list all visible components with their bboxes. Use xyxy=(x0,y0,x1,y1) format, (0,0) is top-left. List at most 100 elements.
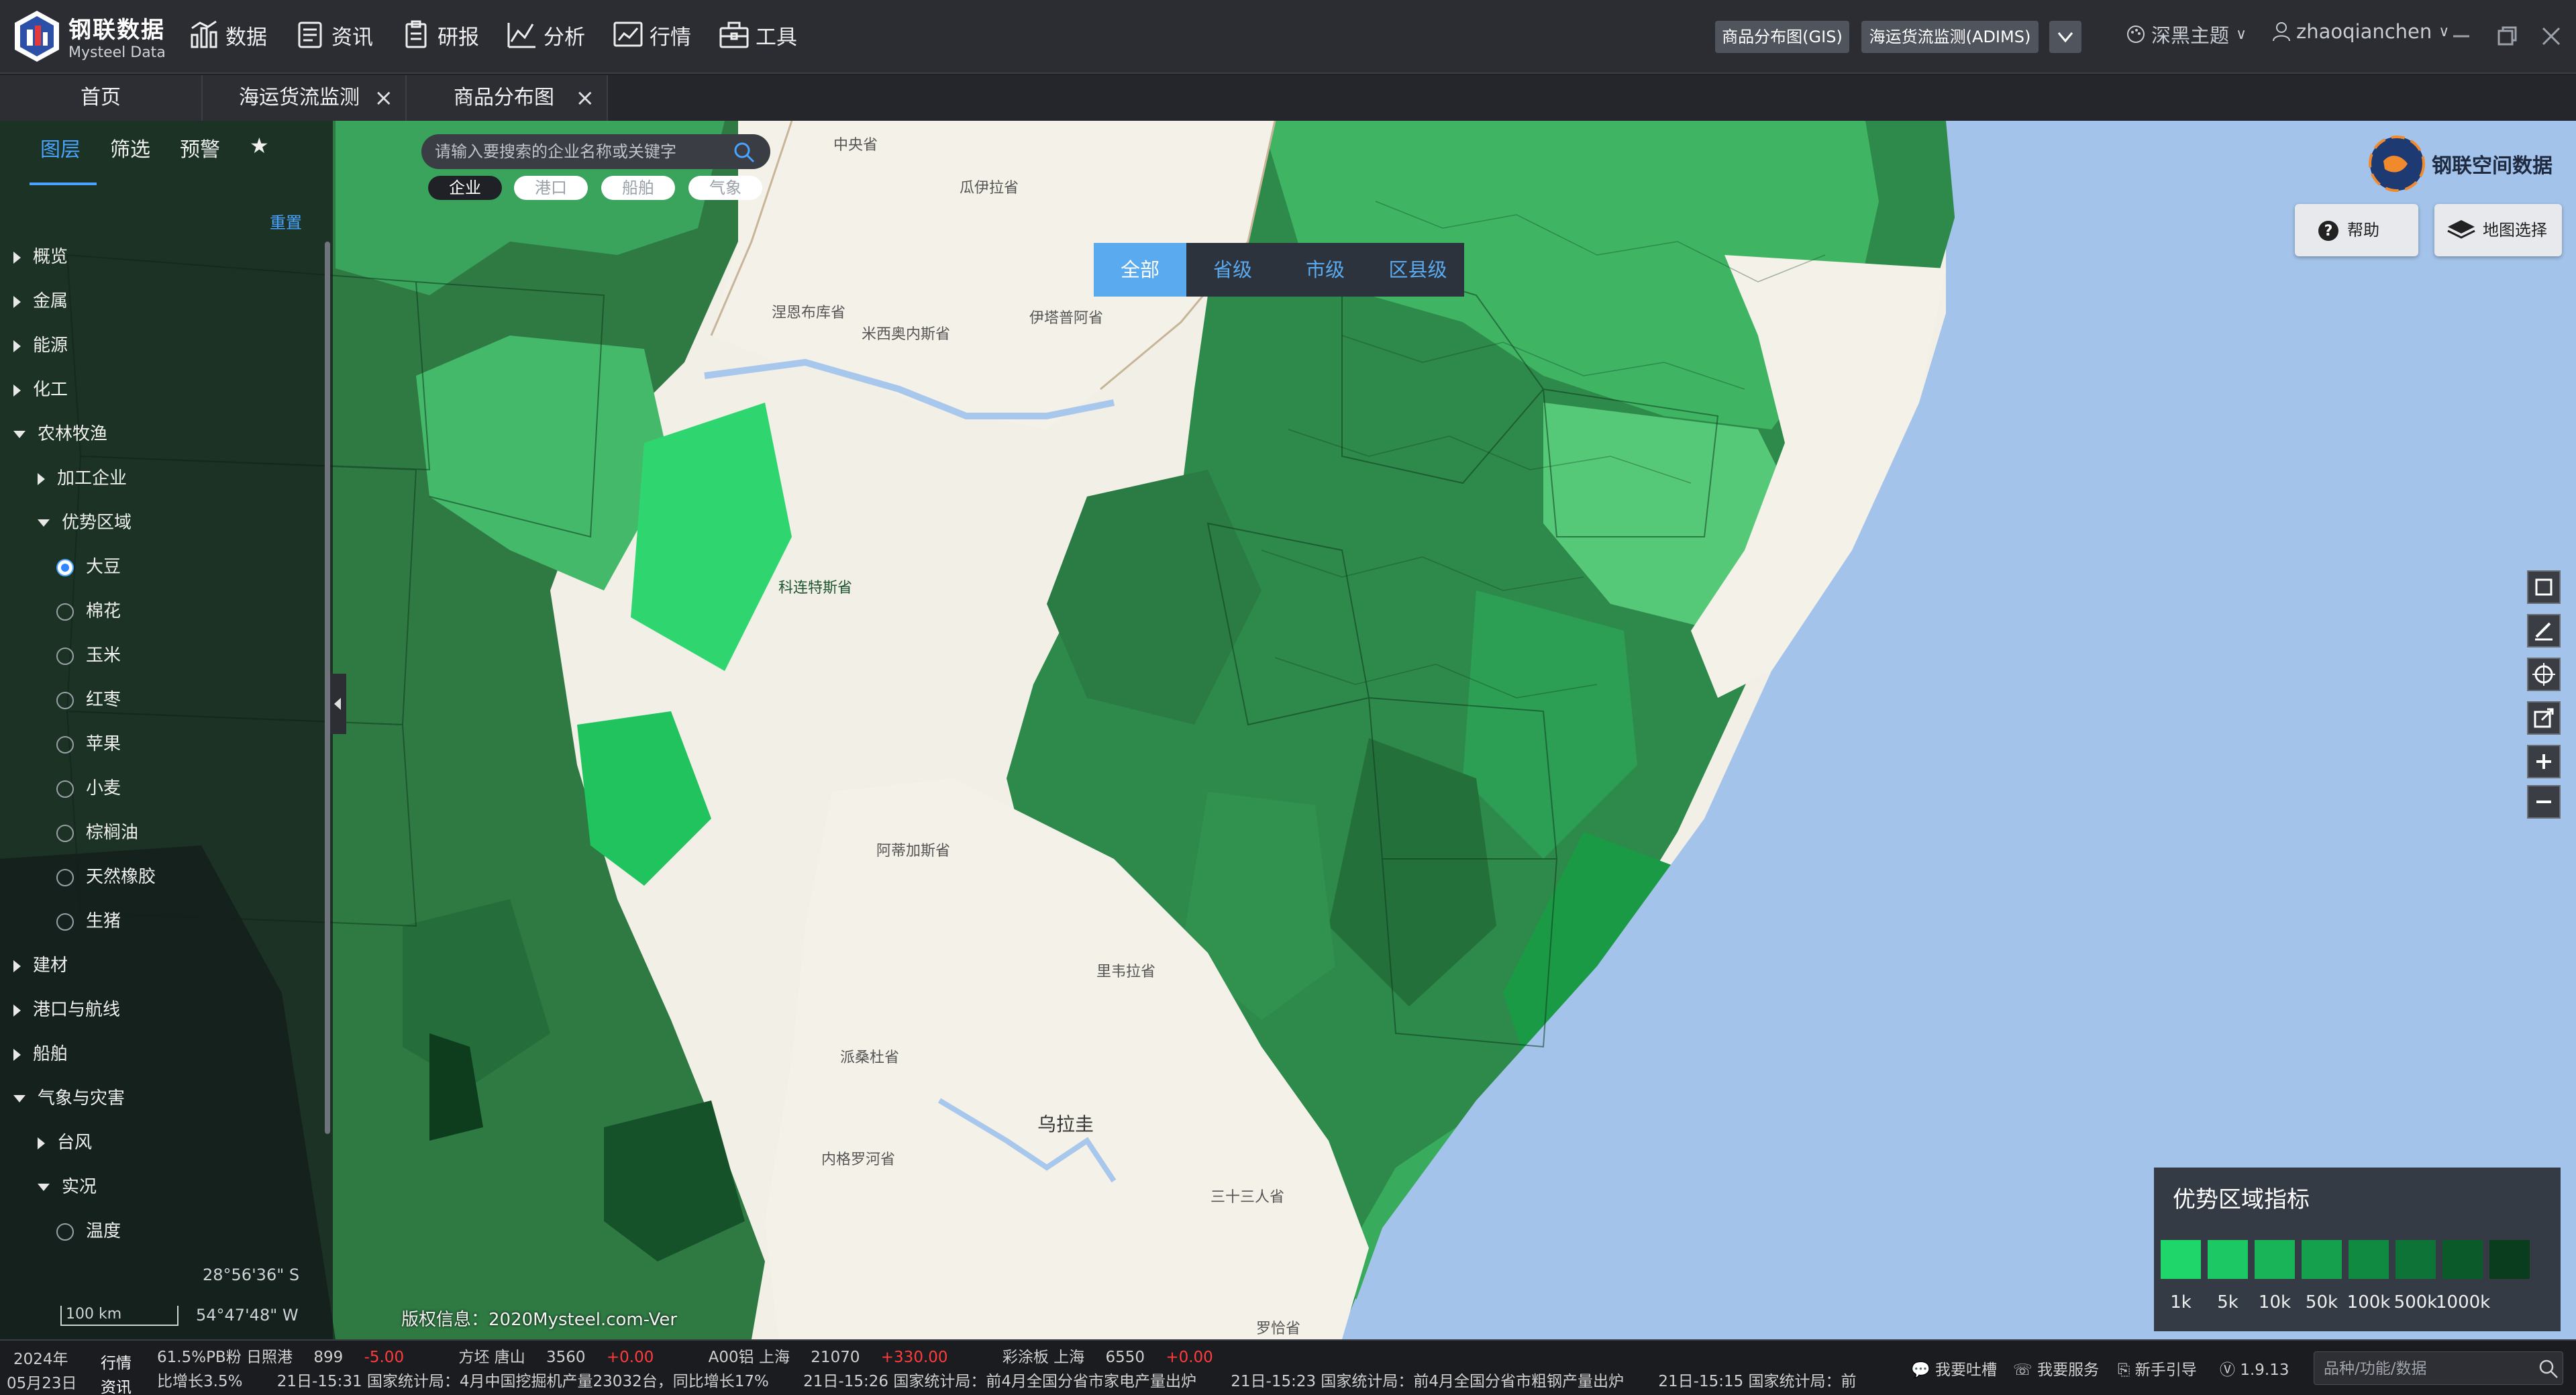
chip-weather[interactable]: 气象 xyxy=(688,176,762,200)
collapse-panel-button[interactable] xyxy=(330,674,346,734)
caret-right-icon xyxy=(13,960,21,972)
nav-data[interactable]: 数据 xyxy=(188,19,267,51)
chip-enterprise[interactable]: 企业 xyxy=(428,176,502,200)
geo-brand: 钢联空间数据 xyxy=(2367,134,2553,193)
zoom-out-icon[interactable] xyxy=(2527,785,2561,819)
palette-icon xyxy=(2127,25,2145,43)
global-search-input[interactable] xyxy=(2324,1357,2538,1380)
radio-corn[interactable]: 玉米 xyxy=(0,633,322,678)
feedback-link[interactable]: 💬 我要吐槽 xyxy=(1911,1357,1997,1380)
radio-cotton[interactable]: 棉花 xyxy=(0,589,322,633)
tree-item-processors[interactable]: 加工企业 xyxy=(0,456,322,501)
tree-item-typhoon[interactable]: 台风 xyxy=(0,1121,322,1165)
nav-news[interactable]: 资讯 xyxy=(294,19,373,51)
panel-tab-filter[interactable]: 筛选 xyxy=(110,133,150,162)
map-canvas[interactable]: 中央省 瓜伊拉省 涅恩布库省 米西奥内斯省 伊塔普阿省 科连特斯省 阿蒂加斯省 … xyxy=(0,121,2576,1339)
chip-port[interactable]: 港口 xyxy=(514,176,588,200)
zoom-in-icon[interactable] xyxy=(2527,745,2561,778)
globe-logo-icon xyxy=(2369,136,2425,192)
user-menu[interactable]: zhaoqianchen ∨ xyxy=(2272,20,2449,43)
level-all[interactable]: 全部 xyxy=(1094,243,1186,297)
tree-label: 农林牧渔 xyxy=(38,424,108,444)
tab-shipping-monitor[interactable]: 海运货流监测 × xyxy=(203,75,407,121)
legend-swatch xyxy=(2489,1240,2530,1279)
tree-item-ports[interactable]: 港口与航线 xyxy=(0,988,322,1032)
panel-tab-layers[interactable]: 图层 xyxy=(40,133,81,162)
news-item[interactable]: 21日-15:23 国家统计局：前4月全国分省市粗钢产量出炉 xyxy=(1231,1373,1624,1390)
help-button[interactable]: ? 帮助 xyxy=(2295,204,2418,256)
admin-level-filter: 全部 省级 市级 区县级 xyxy=(1094,243,1464,297)
tree-label: 金属 xyxy=(33,291,68,311)
close-tab-icon[interactable]: × xyxy=(374,75,394,121)
main-nav: 数据 资讯 研报 分析 行情 工具 xyxy=(188,19,824,51)
version-link[interactable]: Ⓥ 1.9.13 xyxy=(2220,1357,2289,1380)
tree-item-energy[interactable]: 能源 xyxy=(0,323,322,368)
search-input[interactable] xyxy=(435,140,730,164)
tree-item-ships[interactable]: 船舶 xyxy=(0,1032,322,1076)
tree-item-weather[interactable]: 气象与灾害 xyxy=(0,1076,322,1121)
square-select-icon[interactable] xyxy=(2527,570,2561,604)
radio-soybean[interactable]: 大豆 xyxy=(0,545,322,589)
ticker-market-row[interactable]: 61.5%PB粉 日照港 899 -5.00 方坯 唐山 3560 +0.00 … xyxy=(157,1344,1213,1371)
news-item[interactable]: 21日-15:26 国家统计局：前4月全国分省市家电产量出炉 xyxy=(803,1373,1196,1390)
nav-tools[interactable]: 工具 xyxy=(718,19,797,51)
theme-switch[interactable]: 深黑主题 ∨ xyxy=(2126,20,2247,48)
quick-link-dropdown[interactable] xyxy=(2049,21,2081,53)
quick-link-adims[interactable]: 海运货流监测(ADIMS) xyxy=(1861,21,2039,53)
radio-wheat[interactable]: 小麦 xyxy=(0,766,322,811)
app-logo[interactable]: 钢联数据 Mysteel Data xyxy=(13,9,166,63)
ticker-news-row[interactable]: 比增长3.5% 21日-15:31 国家统计局：4月中国挖掘机产量23032台，… xyxy=(157,1368,1857,1395)
tree-label: 苹果 xyxy=(86,734,121,754)
reset-button[interactable]: 重置 xyxy=(270,209,302,233)
service-link[interactable]: ☏ 我要服务 xyxy=(2013,1357,2099,1380)
nav-analysis[interactable]: 分析 xyxy=(506,19,585,51)
panel-tab-alert[interactable]: 预警 xyxy=(180,133,220,162)
tree-item-building-materials[interactable]: 建材 xyxy=(0,943,322,988)
news-item[interactable]: 21日-15:15 国家统计局：前 xyxy=(1658,1373,1856,1390)
tree-item-live[interactable]: 实况 xyxy=(0,1165,322,1209)
close-tab-icon[interactable]: × xyxy=(576,75,595,121)
radio-apple[interactable]: 苹果 xyxy=(0,722,322,766)
export-icon[interactable] xyxy=(2527,701,2561,735)
panel-scrollbar[interactable] xyxy=(325,242,330,1134)
radio-palm-oil[interactable]: 棕榈油 xyxy=(0,811,322,855)
help-label: 帮助 xyxy=(2347,221,2379,240)
news-item[interactable]: 比增长3.5% xyxy=(157,1373,242,1390)
logo-subtitle: Mysteel Data xyxy=(68,44,166,61)
tab-bar: 首页 海运货流监测 × 商品分布图 × xyxy=(0,75,2576,121)
tree-label: 船舶 xyxy=(33,1044,68,1064)
tree-item-overview[interactable]: 概览 xyxy=(0,235,322,279)
level-province[interactable]: 省级 xyxy=(1186,243,1279,297)
search-icon[interactable] xyxy=(733,141,756,164)
draw-icon[interactable] xyxy=(2527,614,2561,648)
caret-right-icon xyxy=(13,251,21,264)
level-city[interactable]: 市级 xyxy=(1279,243,1372,297)
tree-item-agriculture[interactable]: 农林牧渔 xyxy=(0,412,322,456)
nav-market[interactable]: 行情 xyxy=(612,19,691,51)
restore-icon[interactable] xyxy=(2495,24,2519,48)
tab-commodity-map[interactable]: 商品分布图 × xyxy=(407,75,608,121)
tree-item-advantage-zones[interactable]: 优势区域 xyxy=(0,501,322,545)
radio-icon xyxy=(56,913,74,931)
tree-item-metals[interactable]: 金属 xyxy=(0,279,322,323)
map-select-button[interactable]: 地图选择 xyxy=(2434,204,2562,256)
guide-link[interactable]: ⎘ 新手引导 xyxy=(2118,1357,2197,1380)
quick-link-gis[interactable]: 商品分布图(GIS) xyxy=(1715,21,1849,53)
close-window-icon[interactable] xyxy=(2539,24,2563,48)
star-icon[interactable]: ★ xyxy=(250,133,269,162)
tree-item-chemicals[interactable]: 化工 xyxy=(0,368,322,412)
radio-rubber[interactable]: 天然橡胶 xyxy=(0,855,322,899)
radio-jujube[interactable]: 红枣 xyxy=(0,678,322,722)
radio-temperature[interactable]: 温度 xyxy=(0,1209,322,1253)
search-icon[interactable] xyxy=(2538,1359,2559,1379)
radio-hog[interactable]: 生猪 xyxy=(0,899,322,943)
legend-swatch xyxy=(2442,1240,2483,1279)
level-county[interactable]: 区县级 xyxy=(1372,243,1464,297)
locate-icon[interactable] xyxy=(2527,658,2561,691)
nav-report[interactable]: 研报 xyxy=(400,19,479,51)
news-item[interactable]: 21日-15:31 国家统计局：4月中国挖掘机产量23032台，同比增长17% xyxy=(277,1373,769,1390)
chip-ship[interactable]: 船舶 xyxy=(601,176,675,200)
tree-label: 红枣 xyxy=(86,690,121,710)
minimize-icon[interactable] xyxy=(2449,24,2473,48)
tab-home[interactable]: 首页 xyxy=(0,75,203,121)
